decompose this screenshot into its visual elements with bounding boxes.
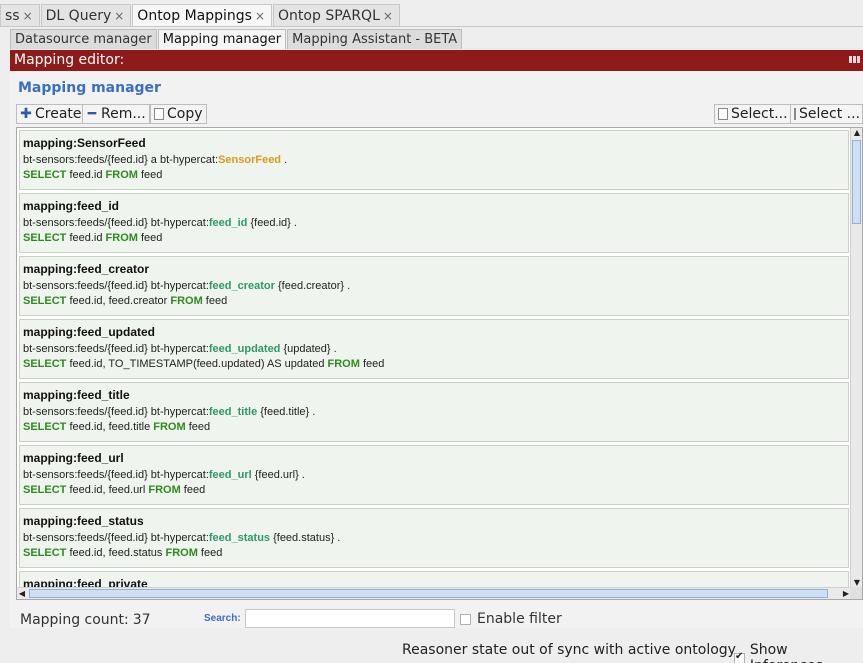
mapping-entry[interactable]: mapping:feed_updated bt-sensors:feeds/{f…	[19, 319, 849, 379]
vertical-scroll-thumb[interactable]	[852, 140, 861, 224]
tab-partial[interactable]: ss ×	[0, 4, 40, 26]
mapping-id: mapping:feed_status	[23, 514, 144, 528]
tab-datasource-manager[interactable]: Datasource manager	[10, 29, 157, 49]
show-inferences-checkbox[interactable]: Show Inferences	[734, 642, 863, 663]
scroll-up-icon[interactable]: ▲	[851, 128, 862, 138]
scroll-left-icon[interactable]: ◀	[17, 588, 27, 599]
copy-button[interactable]: Copy	[150, 104, 207, 124]
mapping-target: bt-sensors:feeds/{feed.id} bt-hypercat:f…	[23, 343, 337, 355]
select-all-button[interactable]: Select...	[714, 104, 792, 124]
tab-ontop-sparql[interactable]: Ontop SPARQL ×	[273, 4, 400, 26]
horizontal-scroll-thumb[interactable]	[29, 589, 828, 598]
copy-label: Copy	[167, 106, 203, 122]
mapping-manager-panel: Mapping manager ✚ Create ━ Rem... Copy S…	[10, 71, 863, 600]
checkbox-checked-icon[interactable]	[734, 651, 745, 663]
remove-button[interactable]: ━ Rem...	[82, 104, 150, 124]
mapping-count: Mapping count: 37	[20, 612, 151, 628]
close-icon[interactable]: ×	[114, 9, 124, 23]
vertical-scrollbar[interactable]: ▲ ▼	[850, 128, 862, 588]
mapping-target: bt-sensors:feeds/{feed.id} bt-hypercat:f…	[23, 469, 305, 481]
select-none-label: Select ...	[799, 106, 860, 122]
mapping-target: bt-sensors:feeds/{feed.id} a bt-hypercat…	[23, 154, 288, 166]
mapping-source: SELECT feed.id, feed.title FROM feed	[23, 421, 211, 433]
remove-label: Rem...	[101, 106, 146, 122]
copy-icon	[154, 108, 164, 120]
target-property: feed_title	[208, 406, 258, 418]
mapping-count-label: Mapping count:	[20, 612, 129, 628]
minus-icon: ━	[87, 106, 97, 122]
mapping-id: mapping:feed_id	[23, 199, 120, 213]
show-inferences-label: Show Inferences	[749, 642, 823, 663]
close-icon[interactable]: ×	[383, 9, 393, 23]
mapping-id: mapping:SensorFeed	[23, 136, 146, 150]
select-all-icon	[718, 108, 728, 120]
plus-icon: ✚	[20, 106, 32, 122]
mapping-target: bt-sensors:feeds/{feed.id} bt-hypercat:f…	[23, 280, 351, 292]
mapping-entry[interactable]: mapping:feed_title bt-sensors:feeds/{fee…	[19, 382, 849, 442]
mapping-id: mapping:feed_updated	[23, 325, 156, 339]
mapping-entry[interactable]: mapping:SensorFeed bt-sensors:feeds/{fee…	[19, 130, 849, 190]
tab-ontop-mappings[interactable]: Ontop Mappings ×	[132, 4, 273, 26]
enable-filter-checkbox[interactable]: Enable filter	[460, 611, 562, 627]
select-none-icon	[794, 108, 796, 120]
target-class: SensorFeed	[218, 154, 282, 166]
tab-mapping-manager[interactable]: Mapping manager	[157, 29, 287, 49]
target-property: feed_creator	[208, 280, 275, 292]
tab-dl-query[interactable]: DL Query ×	[40, 4, 132, 26]
search-label: Search:	[204, 613, 241, 624]
mapping-id: mapping:feed_creator	[23, 262, 150, 276]
mapping-id: mapping:feed_title	[23, 388, 130, 402]
mapping-id: mapping:feed_url	[23, 451, 124, 465]
mapping-footer: Mapping count: 37 Search: Enable filter	[10, 600, 863, 628]
target-property: feed_updated	[208, 343, 281, 355]
close-icon[interactable]: ×	[23, 9, 33, 23]
tab-label: DL Query	[45, 8, 112, 24]
mapping-entry[interactable]: mapping:feed_id bt-sensors:feeds/{feed.i…	[19, 193, 849, 253]
mapping-list-viewport: mapping:SensorFeed bt-sensors:feeds/{fee…	[17, 128, 851, 588]
target-property: feed_status	[208, 532, 271, 544]
select-all-label: Select...	[731, 106, 788, 122]
create-button[interactable]: ✚ Create	[16, 104, 86, 124]
mapping-entry[interactable]: mapping:feed_creator bt-sensors:feeds/{f…	[19, 256, 849, 316]
mapping-target: bt-sensors:feeds/{feed.id} bt-hypercat:f…	[23, 217, 297, 229]
mapping-entry[interactable]: mapping:feed_url bt-sensors:feeds/{feed.…	[19, 445, 849, 505]
mapping-target: bt-sensors:feeds/{feed.id} bt-hypercat:f…	[23, 532, 341, 544]
status-bar: Reasoner state out of sync with active o…	[0, 628, 863, 663]
mapping-target: bt-sensors:feeds/{feed.id} bt-hypercat:f…	[23, 406, 316, 418]
tab-label: Ontop Mappings	[137, 8, 252, 24]
mapping-editor-header: Mapping editor:	[10, 50, 863, 71]
checkbox-icon[interactable]	[460, 613, 471, 625]
search-input[interactable]	[245, 609, 455, 628]
horizontal-scrollbar[interactable]: ◀ ▶	[17, 587, 851, 599]
ontology-tab-bar: ss × DL Query × Ontop Mappings × Ontop SPAR…	[0, 0, 863, 27]
scroll-corner	[850, 587, 862, 599]
target-property: feed_id	[208, 217, 248, 229]
create-label: Create	[35, 106, 82, 122]
reasoner-status-message: Reasoner state out of sync with active o…	[402, 642, 736, 658]
mapping-entry[interactable]: mapping:feed_private	[19, 571, 849, 588]
mapping-source: SELECT feed.id, feed.status FROM feed	[23, 547, 223, 559]
mapping-source: SELECT feed.id, TO_TIMESTAMP(feed.update…	[23, 358, 385, 370]
panel-title: Mapping manager	[18, 80, 161, 96]
view-controls-icon[interactable]	[849, 56, 860, 63]
enable-filter-label: Enable filter	[477, 611, 562, 627]
mapping-list: mapping:SensorFeed bt-sensors:feeds/{fee…	[16, 127, 863, 600]
mapping-source: SELECT feed.id, feed.url FROM feed	[23, 484, 206, 496]
ontop-sub-tab-bar: Datasource manager Mapping manager Mappi…	[10, 29, 463, 49]
mapping-source: SELECT feed.id FROM feed	[23, 169, 163, 181]
mapping-editor-title: Mapping editor:	[14, 52, 125, 68]
mapping-toolbar: ✚ Create ━ Rem... Copy Select... Select …	[16, 104, 863, 126]
mapping-source: SELECT feed.id FROM feed	[23, 232, 163, 244]
mapping-entry[interactable]: mapping:feed_status bt-sensors:feeds/{fe…	[19, 508, 849, 568]
select-none-button[interactable]: Select ...	[790, 104, 863, 124]
tab-mapping-assistant[interactable]: Mapping Assistant - BETA	[287, 29, 463, 49]
target-property: feed_url	[208, 469, 252, 481]
tab-label: Ontop SPARQL	[278, 8, 380, 24]
close-icon[interactable]: ×	[255, 9, 265, 23]
mapping-source: SELECT feed.id, feed.creator FROM feed	[23, 295, 228, 307]
mapping-count-value: 37	[132, 612, 151, 628]
tab-label: ss	[5, 8, 20, 24]
